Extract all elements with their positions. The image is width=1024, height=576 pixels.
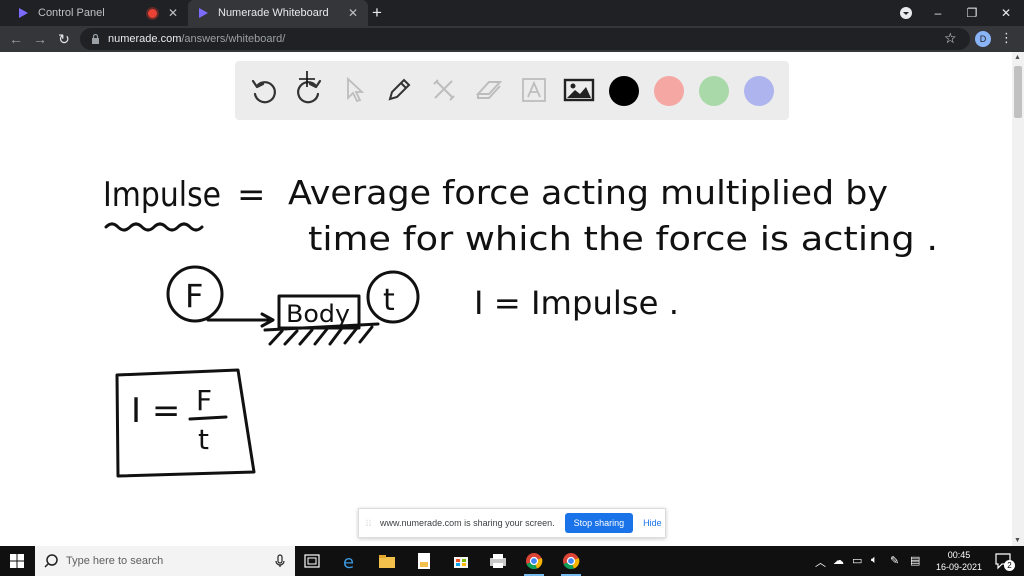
browser-menu-icon[interactable]: ⋮ (1000, 30, 1013, 46)
url-text: numerade.com/answers/whiteboard/ (108, 33, 285, 45)
store-icon[interactable] (451, 551, 471, 571)
volume-icon[interactable]: 🔈︎ (871, 554, 878, 567)
body-label: Body (286, 300, 350, 328)
impulse-note: I = Impulse . (474, 284, 679, 322)
clock-time: 00:45 (947, 550, 971, 560)
network-icon[interactable]: ▭ (852, 554, 862, 567)
impulse-term: Impulse (103, 175, 221, 215)
clock-date: 16-09-2021 (935, 562, 983, 572)
restore-button[interactable]: ❐ (956, 0, 988, 26)
drag-handle-icon[interactable]: ⦙⦙ (366, 518, 372, 529)
definition-line-2: time for which the force is acting . (308, 219, 938, 258)
printer-app-icon[interactable] (488, 551, 508, 571)
hide-button[interactable]: Hide (643, 518, 662, 528)
pen-workspace-icon[interactable]: ✎ (890, 554, 899, 567)
edge-browser-icon[interactable]: e (340, 551, 360, 571)
chrome-window-icon[interactable] (561, 551, 581, 576)
formula-lhs: I = (131, 391, 180, 431)
wavy-underline (104, 222, 204, 232)
scroll-up-icon[interactable]: ▲ (1014, 54, 1021, 61)
share-message: www.numerade.com is sharing your screen. (380, 518, 555, 528)
new-tab-button[interactable]: + (372, 3, 382, 23)
windows-start-icon[interactable] (10, 554, 24, 568)
time-label: t (383, 283, 395, 318)
microphone-icon[interactable] (275, 554, 285, 568)
forward-arrow-icon[interactable]: → (30, 29, 50, 49)
force-label: F (185, 277, 203, 315)
tab-control-panel[interactable]: Control Panel ✕ (8, 0, 188, 26)
tab-numerade-whiteboard[interactable]: Numerade Whiteboard ✕ (188, 0, 368, 26)
tab-label: Control Panel (38, 7, 105, 19)
notification-count-badge: 2 (1004, 560, 1015, 571)
recording-indicator-icon (148, 8, 157, 18)
close-tab-icon[interactable]: ✕ (346, 6, 360, 20)
whiteboard-canvas[interactable]: Impulse = Average force acting multiplie… (0, 52, 1010, 546)
cloud-sync-icon[interactable]: ☁ (833, 554, 844, 567)
screen-share-bar: ⦙⦙ www.numerade.com is sharing your scre… (358, 508, 666, 538)
tray-expand-icon[interactable]: ︿ (815, 554, 826, 570)
bookmark-star-icon[interactable]: ☆ (944, 30, 957, 47)
page-scrollbar[interactable]: ▲ ▼ (1012, 52, 1024, 546)
formula-denominator: t (198, 423, 209, 456)
language-icon[interactable]: ▤ (910, 554, 920, 567)
svg-text:e: e (343, 552, 354, 570)
task-view-icon[interactable] (302, 551, 322, 571)
formula-numerator: F (196, 384, 212, 417)
document-app-icon[interactable] (414, 551, 434, 571)
windows-taskbar: Type here to search e ︿ ☁ ▭ 🔈︎ ✎ ▤ 00:45… (0, 546, 1024, 576)
profile-avatar[interactable]: D (975, 31, 991, 47)
browser-tab-strip: Control Panel ✕ Numerade Whiteboard ✕ + … (0, 0, 1024, 26)
whiteboard-page[interactable]: Impulse = Average force acting multiplie… (0, 52, 1024, 546)
tab-label: Numerade Whiteboard (218, 7, 329, 19)
equals-sign: = (237, 175, 266, 215)
back-arrow-icon[interactable]: ← (6, 29, 26, 49)
file-explorer-icon[interactable] (377, 551, 397, 571)
scroll-down-icon[interactable]: ▼ (1014, 537, 1021, 544)
close-window-button[interactable]: ✕ (990, 0, 1022, 26)
stop-sharing-button[interactable]: Stop sharing (564, 513, 634, 533)
profile-menu-icon[interactable] (890, 0, 922, 26)
url-path: /answers/whiteboard/ (181, 33, 286, 45)
browser-toolbar: ← → ↻ numerade.com/answers/whiteboard/ ☆… (0, 26, 1024, 52)
definition-line-1: Average force acting multiplied by (288, 173, 888, 212)
taskbar-search-box[interactable]: Type here to search (35, 546, 295, 576)
scroll-thumb[interactable] (1014, 66, 1022, 118)
chrome-icon[interactable] (524, 551, 544, 576)
address-bar[interactable]: numerade.com/answers/whiteboard/ (80, 28, 970, 50)
system-clock[interactable]: 00:45 16-09-2021 (930, 549, 988, 573)
close-tab-icon[interactable]: ✕ (166, 6, 180, 20)
numerade-logo-icon (16, 6, 30, 20)
numerade-logo-icon (196, 6, 210, 20)
fraction-bar (188, 415, 228, 421)
reload-icon[interactable]: ↻ (54, 29, 74, 49)
lock-icon (90, 34, 100, 44)
url-host: numerade.com (108, 33, 182, 45)
minimize-button[interactable]: – (922, 0, 954, 26)
search-placeholder: Type here to search (66, 555, 164, 567)
search-icon (44, 554, 58, 568)
